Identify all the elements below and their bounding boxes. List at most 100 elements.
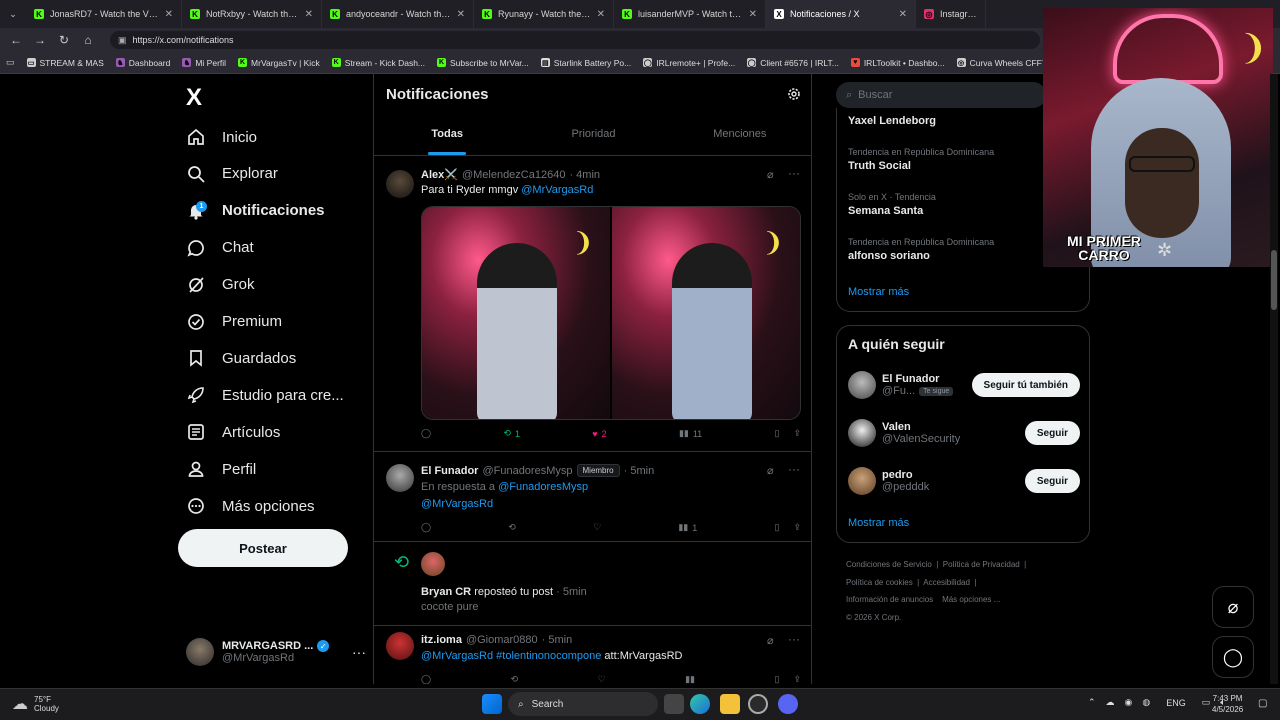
follow-suggestion[interactable]: pedro @pedddk Seguir xyxy=(848,463,1080,499)
more-dots-icon[interactable]: ··· xyxy=(788,166,800,180)
tray-app-icon[interactable]: ◉ xyxy=(1125,697,1133,708)
reload-icon[interactable]: ↻ xyxy=(52,33,76,47)
browser-tab[interactable]: KluisanderMVP - Watch the VOD on Kick ✕ xyxy=(614,0,766,28)
windows-start-icon[interactable] xyxy=(482,694,502,714)
sidebar-item-search[interactable]: Explorar xyxy=(186,159,278,189)
more-dots-icon[interactable]: ··· xyxy=(788,632,800,646)
reply-icon[interactable]: ◯ xyxy=(421,522,431,533)
more-dots-icon[interactable]: ··· xyxy=(788,462,800,476)
bookmark-item[interactable]: ▤ Starlink Battery Po... xyxy=(540,58,631,68)
trend-item[interactable]: Tendencia en República Dominicana alfonso… xyxy=(848,237,994,262)
page-scrollbar[interactable] xyxy=(1270,74,1278,684)
footer-link[interactable]: Política de cookies xyxy=(846,578,913,587)
views-button[interactable]: ▮▮ 1 xyxy=(678,522,697,533)
bookmark-item[interactable]: ◯ IRLremote+ | Profe... xyxy=(643,58,735,68)
follow-button[interactable]: Seguir xyxy=(1024,469,1080,493)
close-tab-icon[interactable]: ✕ xyxy=(457,9,465,20)
bookmark-item[interactable]: ◯ Client #6576 | IRLT... xyxy=(747,58,839,68)
footer-link[interactable]: Condiciones de Servicio xyxy=(846,560,932,569)
mention-link[interactable]: @MrVargasRd xyxy=(421,650,493,662)
sidebar-toggle-icon[interactable]: ▭ xyxy=(6,57,15,68)
footer-link[interactable]: Accesibilidad xyxy=(923,578,970,587)
reply-to-link[interactable]: @FunadoresMysp xyxy=(498,481,588,493)
reposter-name[interactable]: Bryan CR xyxy=(421,586,471,598)
author-handle[interactable]: @Giomar0880 xyxy=(466,634,538,646)
browser-tab[interactable]: Kandyoceandr - Watch the VOD on Kick ✕ xyxy=(322,0,474,28)
trend-item[interactable]: Yaxel Lendeborg xyxy=(848,115,936,127)
browser-tab[interactable]: ◎ Instagram xyxy=(916,0,986,28)
sidebar-item-bell[interactable]: 1 Notificaciones xyxy=(186,196,325,226)
author-name[interactable]: Alex⚔️ xyxy=(421,168,458,181)
onedrive-icon[interactable]: ☁ xyxy=(1106,697,1115,708)
heart-icon[interactable]: ♡ xyxy=(598,674,606,684)
share-icon[interactable]: ⇪ xyxy=(793,428,801,439)
bookmark-item[interactable]: ♥ IRLToolkit • Dashbo... xyxy=(850,58,945,68)
repost-icon[interactable]: ⟲ xyxy=(511,674,519,684)
follow-back-button[interactable]: Seguir tú también xyxy=(971,373,1080,397)
more-dots-icon[interactable]: ··· xyxy=(352,644,366,660)
list-item[interactable]: El Funador @FunadoresMysp Miembro · 5min… xyxy=(374,452,811,542)
show-more-link[interactable]: Mostrar más xyxy=(848,517,909,529)
sidebar-item-chat[interactable]: Chat xyxy=(186,233,254,263)
tab-todas[interactable]: Todas xyxy=(374,122,520,155)
trend-item[interactable]: Solo en X · Tendencia Semana Santa xyxy=(848,192,936,217)
bookmark-item[interactable]: ◎ Curva Wheels CFF7€ xyxy=(956,58,1051,68)
grok-floating-button[interactable]: ⌀ xyxy=(1212,586,1254,628)
weather-widget[interactable]: ☁ 75°F Cloudy xyxy=(12,694,59,714)
sidebar-item-more[interactable]: Más opciones xyxy=(186,491,315,521)
avatar[interactable] xyxy=(848,467,876,495)
repost-icon[interactable]: ⟲ xyxy=(508,522,516,533)
avatar[interactable] xyxy=(848,371,876,399)
file-explorer-icon[interactable] xyxy=(720,694,740,714)
post-button[interactable]: Postear xyxy=(178,529,348,567)
browser-tab[interactable]: K Ryunayy - Watch the VOD on Kick ✕ xyxy=(474,0,614,28)
grok-icon[interactable]: ⌀ xyxy=(767,634,774,647)
avatar[interactable] xyxy=(421,552,445,576)
author-name[interactable]: itz.ioma xyxy=(421,634,462,646)
bookmark-icon[interactable]: ▯ xyxy=(775,522,780,533)
browser-tab[interactable]: K NotRxbyy - Watch the VOD on Kick ✕ xyxy=(182,0,322,28)
follow-suggestion[interactable]: Valen @ValenSecurity Seguir xyxy=(848,415,1080,451)
list-item[interactable]: Alex⚔️ @MelendezCa12640 · 4min ⌀ ··· Par… xyxy=(374,158,811,452)
tray-app-icon[interactable]: ◍ xyxy=(1142,697,1150,708)
taskbar-clock[interactable]: 7:43 PM 4/5/2026 xyxy=(1212,693,1243,715)
home-icon[interactable]: ⌂ xyxy=(76,33,100,47)
author-handle[interactable]: @MelendezCa12640 xyxy=(462,169,566,181)
tab-prioridad[interactable]: Prioridad xyxy=(520,122,666,155)
close-tab-icon[interactable]: ✕ xyxy=(165,9,173,20)
language-indicator[interactable]: ENG xyxy=(1166,698,1186,708)
close-tab-icon[interactable]: ✕ xyxy=(597,9,605,20)
avatar[interactable] xyxy=(386,170,414,198)
notification-bell-icon[interactable]: ▢ xyxy=(1258,698,1267,709)
list-item[interactable]: ⟲ Bryan CR reposteó tu post · 5min cocot… xyxy=(374,542,811,626)
scrollbar-thumb[interactable] xyxy=(1271,250,1277,310)
share-icon[interactable]: ⇪ xyxy=(793,522,801,533)
network-icon[interactable]: ▭ xyxy=(1202,697,1211,708)
follow-suggestion[interactable]: El Funador @Fu... Te sigue Seguir tú tamb… xyxy=(848,367,1080,403)
sidebar-item-person[interactable]: Perfil xyxy=(186,454,256,484)
heart-icon[interactable]: ♡ xyxy=(593,522,601,533)
edge-browser-icon[interactable] xyxy=(690,694,710,714)
discord-icon[interactable] xyxy=(778,694,798,714)
sidebar-item-article[interactable]: Artículos xyxy=(186,417,280,447)
author-handle[interactable]: @FunadoresMysp xyxy=(482,465,572,477)
account-switcher[interactable]: MRVARGASRD ... ✓ @MrVargasRd ··· xyxy=(186,634,366,670)
mention-link[interactable]: @MrVargasRd xyxy=(421,498,493,510)
bookmark-item[interactable]: ♞ Mi Perfil xyxy=(182,58,226,68)
follow-button[interactable]: Seguir xyxy=(1024,421,1080,445)
reply-icon[interactable]: ◯ xyxy=(421,674,431,684)
share-icon[interactable]: ⇪ xyxy=(793,674,801,684)
footer-link[interactable]: Información de anuncios xyxy=(846,595,933,604)
bookmark-item[interactable]: K MrVargasTv | Kick xyxy=(238,58,320,68)
footer-link[interactable]: Política de Privacidad xyxy=(943,560,1020,569)
settings-gear-icon[interactable] xyxy=(786,86,802,102)
sidebar-item-bookmark[interactable]: Guardados xyxy=(186,343,296,373)
grok-icon[interactable]: ⌀ xyxy=(767,168,774,181)
tab-list-chevron-icon[interactable]: ⌄ xyxy=(0,9,26,20)
browser-tab[interactable]: X Notificaciones / X ✕ xyxy=(766,0,916,28)
sidebar-item-rocket[interactable]: Estudio para cre... xyxy=(186,380,344,410)
search-input[interactable]: ⌕ Buscar xyxy=(836,82,1046,108)
grok-icon[interactable]: ⌀ xyxy=(767,464,774,477)
bookmark-item[interactable]: ♞ Dashboard xyxy=(115,58,170,68)
avatar[interactable] xyxy=(386,632,414,660)
